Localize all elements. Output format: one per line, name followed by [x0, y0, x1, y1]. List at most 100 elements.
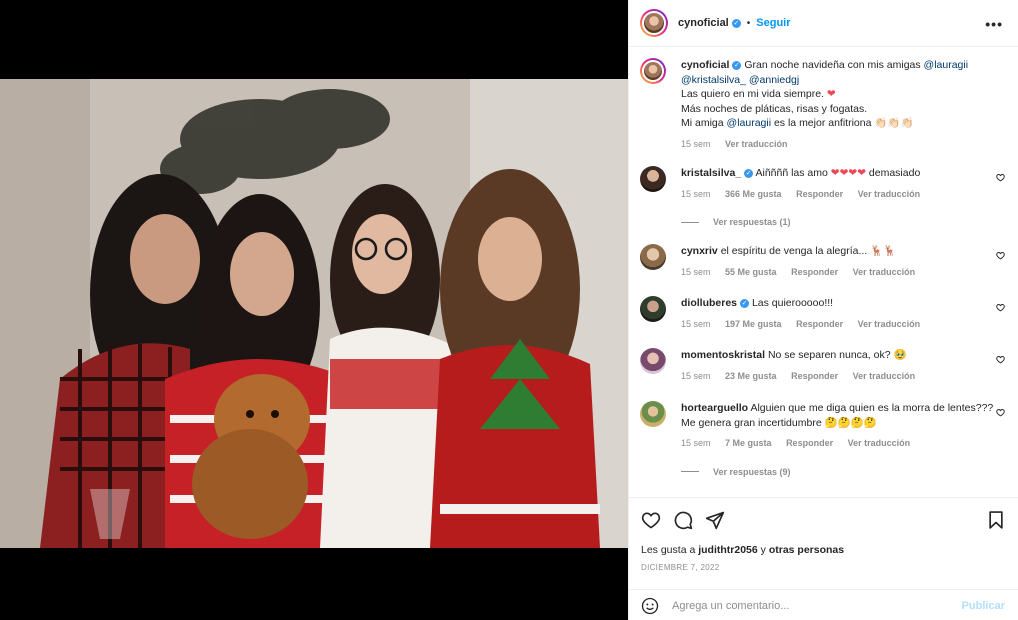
- post-media: [0, 0, 628, 620]
- verified-badge-icon: ✓: [731, 18, 741, 28]
- reply-button[interactable]: Responder: [786, 438, 833, 448]
- comment-meta: 15 sem 55 Me gusta Responder Ver traducc…: [681, 265, 1005, 280]
- author-avatar[interactable]: [640, 58, 666, 84]
- comment-username[interactable]: kristalsilva_: [681, 167, 741, 179]
- view-replies-button[interactable]: Ver respuestas (9): [681, 467, 1005, 477]
- author-username[interactable]: cynoficial: [678, 17, 729, 29]
- caption-meta: 15 sem Ver traducción: [681, 137, 1005, 152]
- comment-username[interactable]: diolluberes: [681, 297, 737, 309]
- christmas-friends-photo: [0, 79, 628, 548]
- reply-button[interactable]: Responder: [791, 267, 838, 277]
- comment-time[interactable]: 15 sem: [681, 371, 711, 381]
- translate-link[interactable]: Ver traducción: [858, 319, 921, 329]
- post-actions: Les gusta a judithtr2056 y otras persona…: [629, 497, 1018, 587]
- replies-divider: [681, 221, 699, 223]
- reply-button[interactable]: Responder: [791, 371, 838, 381]
- commenter-avatar[interactable]: [640, 348, 666, 374]
- comment-likes[interactable]: 23 Me gusta: [725, 371, 777, 381]
- action-icons: [641, 510, 725, 530]
- comment-item: diolluberes ✓ Las quierooooo!!! 15 sem 19…: [640, 296, 1005, 331]
- reply-button[interactable]: Responder: [796, 189, 843, 199]
- view-replies-label[interactable]: Ver respuestas (9): [713, 467, 791, 477]
- comment-item: momentoskristal No se separen nunca, ok?…: [640, 348, 1005, 383]
- view-replies-button[interactable]: Ver respuestas (1): [681, 217, 1005, 227]
- comment-text: Las quierooooo!!!: [751, 297, 834, 309]
- comment-likes[interactable]: 55 Me gusta: [725, 267, 777, 277]
- like-comment-heart-icon[interactable]: [996, 408, 1005, 417]
- reply-button[interactable]: Responder: [796, 319, 843, 329]
- like-comment-heart-icon[interactable]: [996, 251, 1005, 260]
- comment-input[interactable]: [672, 597, 952, 615]
- post-date[interactable]: DICIEMBRE 7, 2022: [641, 563, 719, 572]
- pleading-emoji: 🥹: [893, 349, 907, 361]
- post-sidebar: cynoficial ✓ • Seguir ••• cynoficial ✓ Gr…: [628, 0, 1018, 620]
- commenter-avatar[interactable]: [640, 296, 666, 322]
- like-comment-heart-icon[interactable]: [996, 303, 1005, 312]
- mention-link[interactable]: @lauragii: [727, 117, 772, 129]
- comments-list[interactable]: cynoficial ✓ Gran noche navideña con mis …: [629, 48, 1018, 496]
- comment-item: hortearguello Alguien que me diga quien …: [640, 401, 1005, 477]
- comment-meta: 15 sem 197 Me gusta Responder Ver traduc…: [681, 317, 1005, 332]
- mention-link[interactable]: @lauragii: [924, 59, 969, 71]
- bookmark-icon[interactable]: [986, 510, 1006, 530]
- likes-user-link[interactable]: judithtr2056: [698, 544, 758, 556]
- publish-button[interactable]: Publicar: [962, 600, 1005, 612]
- share-icon[interactable]: [705, 510, 725, 530]
- comment-time[interactable]: 15 sem: [681, 267, 711, 277]
- post-photo[interactable]: [0, 79, 628, 548]
- verified-badge-icon: ✓: [740, 298, 750, 308]
- comment-text: Aiññññ las amo: [755, 167, 828, 179]
- replies-divider: [681, 471, 699, 472]
- commenter-avatar[interactable]: [640, 401, 666, 427]
- save-button[interactable]: [986, 510, 1006, 530]
- comment-time[interactable]: 15 sem: [681, 438, 711, 448]
- caption-text: es la mejor anfitriona: [773, 117, 872, 129]
- commenter-avatar[interactable]: [640, 244, 666, 270]
- comment-icon[interactable]: [673, 510, 693, 530]
- comment-username[interactable]: hortearguello: [681, 402, 748, 414]
- verified-badge-icon: ✓: [744, 168, 754, 178]
- more-options-icon[interactable]: •••: [985, 16, 1003, 32]
- heart-emoji: ❤: [826, 88, 836, 100]
- translate-link[interactable]: Ver traducción: [848, 438, 911, 448]
- heart-icon[interactable]: [641, 510, 661, 530]
- clap-emoji: 👏🏻👏🏻👏🏻: [874, 117, 914, 129]
- likes-middle: y: [760, 544, 766, 556]
- like-comment-heart-icon[interactable]: [996, 355, 1005, 364]
- verified-badge-icon: ✓: [732, 60, 742, 70]
- caption-text: Gran noche navideña con mis amigas: [744, 59, 921, 71]
- caption-username[interactable]: cynoficial: [681, 59, 729, 71]
- author-avatar[interactable]: [640, 9, 668, 37]
- comment-likes[interactable]: 366 Me gusta: [725, 189, 782, 199]
- comment-item: cynxriv el espíritu de venga la alegría.…: [640, 244, 1005, 279]
- comment-time[interactable]: 15 sem: [681, 319, 711, 329]
- translate-link[interactable]: Ver traducción: [725, 139, 788, 149]
- comment-composer: Publicar: [629, 589, 1018, 620]
- smiley-icon[interactable]: [641, 597, 659, 615]
- view-replies-label[interactable]: Ver respuestas (1): [713, 217, 791, 227]
- commenter-avatar[interactable]: [640, 166, 666, 192]
- mention-link[interactable]: @kristalsilva_: [681, 74, 746, 86]
- likes-others-link[interactable]: otras personas: [769, 544, 844, 556]
- comment-meta: 15 sem 23 Me gusta Responder Ver traducc…: [681, 369, 1005, 384]
- translate-link[interactable]: Ver traducción: [853, 371, 916, 381]
- likes-summary: Les gusta a judithtr2056 y otras persona…: [641, 544, 844, 556]
- follow-button[interactable]: Seguir: [756, 17, 790, 29]
- comment-likes[interactable]: 197 Me gusta: [725, 319, 782, 329]
- caption-time[interactable]: 15 sem: [681, 139, 711, 149]
- comment-meta: 15 sem 7 Me gusta Responder Ver traducci…: [681, 436, 1005, 451]
- translate-link[interactable]: Ver traducción: [858, 189, 921, 199]
- comment-time[interactable]: 15 sem: [681, 189, 711, 199]
- post-header: cynoficial ✓ • Seguir •••: [629, 0, 1018, 47]
- comment-meta: 15 sem 366 Me gusta Responder Ver traduc…: [681, 187, 1005, 202]
- comment-username[interactable]: cynxriv: [681, 245, 718, 257]
- comment-text: No se separen nunca, ok?: [767, 349, 891, 361]
- like-comment-heart-icon[interactable]: [996, 173, 1005, 182]
- caption-text: Más noches de pláticas, risas y fogatas.: [681, 102, 868, 115]
- comment-username[interactable]: momentoskristal: [681, 349, 765, 361]
- translate-link[interactable]: Ver traducción: [853, 267, 916, 277]
- comment-item: kristalsilva_ ✓ Aiññññ las amo ❤❤❤❤ demas…: [640, 166, 1005, 227]
- comment-likes[interactable]: 7 Me gusta: [725, 438, 772, 448]
- caption-text: Mi amiga: [681, 117, 724, 129]
- mention-link[interactable]: @anniedgj: [749, 74, 799, 86]
